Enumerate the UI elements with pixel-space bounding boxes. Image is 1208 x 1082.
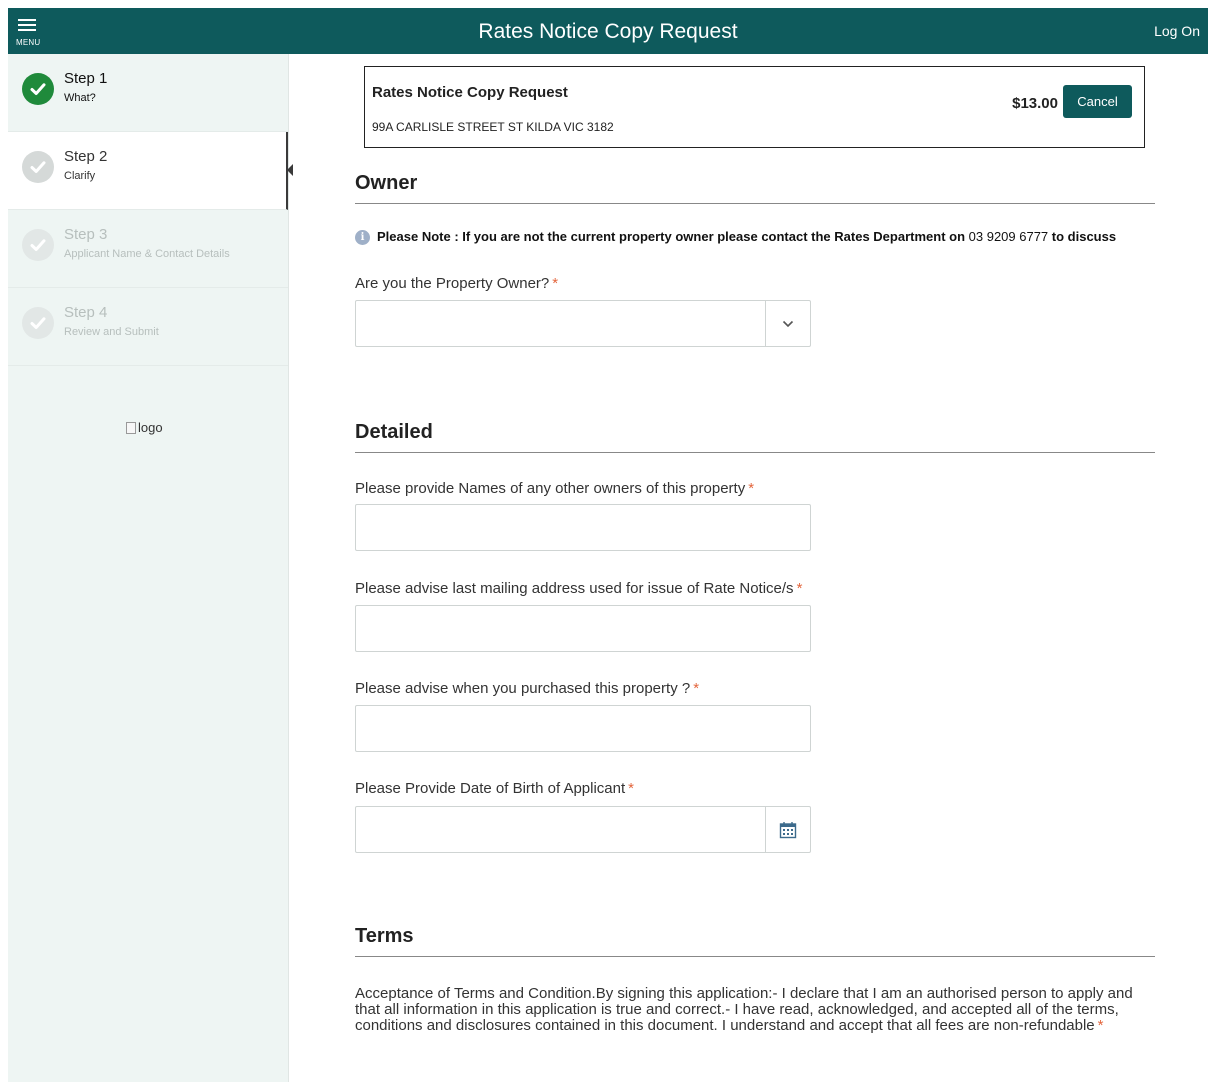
owner-note: i Please Note : If you are not the curre… [355, 228, 1145, 246]
purchase-date-label-text: Please advise when you purchased this pr… [355, 680, 691, 697]
log-on-link[interactable]: Log On [1154, 23, 1200, 39]
other-owners-input[interactable] [355, 504, 811, 551]
purchase-date-label: Please advise when you purchased this pr… [355, 680, 699, 697]
property-owner-label-text: Are you the Property Owner? [355, 275, 550, 292]
check-circle-icon [22, 229, 54, 261]
step-sidebar: Step 1 What? Step 2 Clarify Step 3 Appli… [8, 54, 293, 1082]
required-marker: * [1097, 1017, 1104, 1034]
sidebar-step-2[interactable]: Step 2 Clarify [8, 132, 293, 210]
purchase-date-input[interactable] [355, 705, 811, 752]
mailing-address-label-text: Please advise last mailing address used … [355, 580, 794, 597]
step-title: Step 1 [64, 70, 108, 87]
info-icon: i [355, 230, 370, 245]
dob-input[interactable] [355, 806, 811, 853]
step-subtitle: Applicant Name & Contact Details [64, 248, 230, 260]
required-marker: * [628, 780, 634, 797]
terms-text-body: Acceptance of Terms and Condition.By sig… [355, 985, 1133, 1034]
rates-phone-number: 03 9209 6777 [968, 229, 1049, 244]
sidebar-step-3[interactable]: Step 3 Applicant Name & Contact Details [8, 210, 288, 288]
step-subtitle: Review and Submit [64, 326, 159, 338]
top-bar: MENU Rates Notice Copy Request Log On [8, 8, 1208, 54]
check-circle-icon [22, 151, 54, 183]
council-logo: logo [126, 420, 163, 435]
app-title: Rates Notice Copy Request [478, 20, 738, 43]
mailing-address-label: Please advise last mailing address used … [355, 580, 802, 597]
summary-title: Rates Notice Copy Request [372, 84, 568, 101]
step-title: Step 2 [64, 148, 108, 165]
step-title: Step 4 [64, 304, 108, 321]
note-text-prefix: Please Note : If you are not the current… [377, 229, 969, 244]
note-text-suffix: to discuss [1048, 229, 1117, 244]
check-circle-icon [22, 73, 54, 105]
check-circle-icon [22, 307, 54, 339]
dob-label: Please Provide Date of Birth of Applican… [355, 780, 634, 797]
broken-image-icon [126, 421, 136, 434]
required-marker: * [748, 480, 755, 497]
section-title-terms: Terms [355, 925, 1155, 957]
section-title-detailed: Detailed [355, 421, 1155, 453]
other-owners-label-text: Please provide Names of any other owners… [355, 480, 746, 497]
request-summary-box: Rates Notice Copy Request 99A CARLISLE S… [364, 66, 1145, 148]
property-owner-label: Are you the Property Owner? * [355, 275, 558, 292]
step-subtitle: Clarify [64, 170, 96, 182]
terms-text: Acceptance of Terms and Condition.By sig… [355, 986, 1155, 1034]
fee-amount: $13.00 [1012, 95, 1058, 112]
required-marker: * [796, 580, 803, 597]
chevron-down-icon[interactable] [765, 301, 810, 346]
required-marker: * [552, 275, 559, 292]
step-title: Step 3 [64, 226, 108, 243]
mailing-address-input[interactable] [355, 605, 811, 652]
other-owners-label: Please provide Names of any other owners… [355, 480, 754, 497]
required-marker: * [693, 680, 700, 697]
property-owner-select[interactable] [355, 300, 811, 347]
sidebar-step-1[interactable]: Step 1 What? [8, 54, 288, 132]
section-title-owner: Owner [355, 172, 1155, 204]
logo-alt-text: logo [138, 420, 163, 435]
cancel-button[interactable]: Cancel [1063, 85, 1132, 118]
dob-label-text: Please Provide Date of Birth of Applican… [355, 780, 626, 797]
property-address: 99A CARLISLE STREET ST KILDA VIC 3182 [372, 120, 614, 134]
sidebar-step-4[interactable]: Step 4 Review and Submit [8, 288, 288, 366]
step-subtitle: What? [64, 92, 96, 104]
calendar-icon[interactable] [765, 807, 810, 852]
